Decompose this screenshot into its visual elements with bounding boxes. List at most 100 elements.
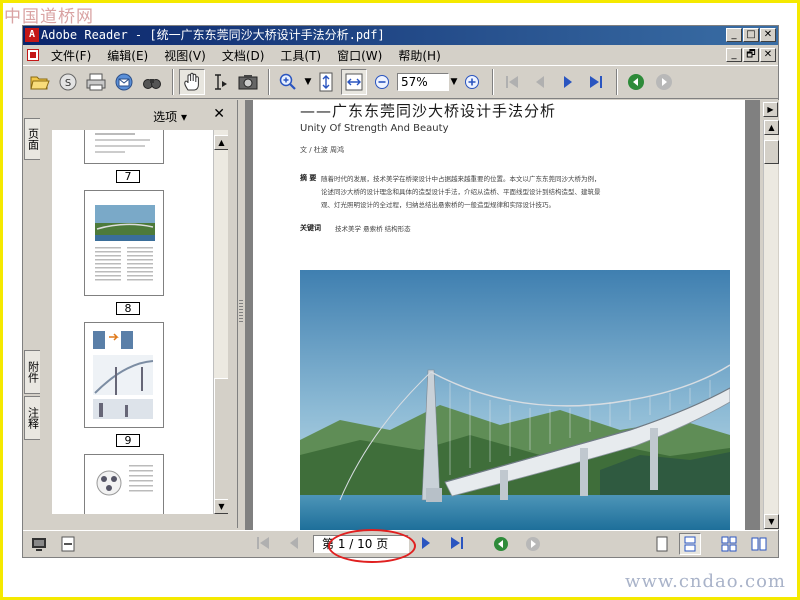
save-icon[interactable]: S xyxy=(55,69,81,95)
doc-scroll-up-button[interactable]: ▲ xyxy=(764,120,779,135)
pages-panel-header: 选项 ▾ ✕ xyxy=(42,100,237,126)
pdf-page: ——广东东莞同沙大桥设计手法分析 Unity Of Strength And B… xyxy=(253,100,745,530)
article-headline: ——广东东莞同沙大桥设计手法分析 xyxy=(300,102,557,120)
zoom-tool-dropdown[interactable]: ▼ xyxy=(303,77,313,87)
toolbar-separator xyxy=(172,69,174,95)
pages-panel: 选项 ▾ ✕ 7 8 9 ▲ ▼ xyxy=(42,100,238,528)
document-scroll-pane: ▶ ▲ ▼ xyxy=(761,100,779,530)
doc-restore-button[interactable]: 🗗 xyxy=(743,48,759,62)
thumbnail-page-8[interactable] xyxy=(84,190,164,296)
doc-minimize-button[interactable]: _ xyxy=(726,48,742,62)
fit-width-icon[interactable] xyxy=(341,69,367,95)
forward-icon[interactable] xyxy=(651,69,677,95)
fit-height-icon[interactable] xyxy=(313,69,339,95)
menu-tools[interactable]: 工具(T) xyxy=(272,47,329,64)
maximize-button[interactable]: □ xyxy=(743,28,759,42)
tab-comments[interactable]: 注释 xyxy=(24,396,40,440)
open-icon[interactable] xyxy=(27,69,53,95)
thumbnail-label: 9 xyxy=(116,434,140,447)
snapshot-icon[interactable] xyxy=(235,69,261,95)
split-view-arrow-icon[interactable]: ▶ xyxy=(763,102,778,117)
toolbar-separator xyxy=(268,69,270,95)
scroll-thumb[interactable] xyxy=(214,378,228,500)
thumbnail-list: 7 8 9 ▲ ▼ xyxy=(52,130,228,514)
tab-attachments[interactable]: 附件 xyxy=(24,350,40,394)
document-view[interactable]: ——广东东莞同沙大桥设计手法分析 Unity Of Strength And B… xyxy=(245,100,760,530)
keywords-text: 技术美学 悬索桥 结构形态 xyxy=(335,225,411,233)
status-back-icon[interactable] xyxy=(493,536,509,556)
article-authors: 文 / 杜波 周鸿 xyxy=(300,146,345,154)
zoom-dropdown-icon[interactable]: ▼ xyxy=(449,77,459,87)
continuous-layout-icon[interactable] xyxy=(679,533,701,555)
watermark-logo-top: 中国道桥网 xyxy=(4,7,94,27)
red-highlight-ellipse xyxy=(328,529,416,563)
thumbnail-page-7[interactable] xyxy=(84,130,164,164)
keywords-label: 关键词 xyxy=(300,224,321,232)
svg-text:S: S xyxy=(65,78,71,89)
minimize-button[interactable]: _ xyxy=(726,28,742,42)
zoom-in-icon[interactable] xyxy=(275,69,301,95)
search-icon[interactable] xyxy=(139,69,165,95)
close-button[interactable]: ✕ xyxy=(760,28,776,42)
toolbar: S ▼ 57% ▼ xyxy=(23,65,778,99)
email-icon[interactable] xyxy=(111,69,137,95)
doc-scroll-down-button[interactable]: ▼ xyxy=(764,514,779,529)
status-next-page-icon[interactable] xyxy=(419,536,433,554)
menu-view[interactable]: 视图(V) xyxy=(156,47,214,64)
menu-help[interactable]: 帮助(H) xyxy=(390,47,448,64)
abstract-label: 摘 要 xyxy=(300,174,317,182)
status-first-page-icon[interactable] xyxy=(255,536,271,554)
continuous-facing-layout-icon[interactable] xyxy=(721,536,737,556)
menu-bar: 文件(F) 编辑(E) 视图(V) 文档(D) 工具(T) 窗口(W) 帮助(H… xyxy=(23,46,778,64)
window-controls: _ □ ✕ xyxy=(726,28,776,42)
close-panel-icon[interactable]: ✕ xyxy=(213,106,225,122)
zoom-value-input[interactable]: 57% xyxy=(397,73,449,91)
window-title: Adobe Reader - [统一广东东莞同沙大桥设计手法分析.pdf] xyxy=(41,28,385,42)
single-page-layout-icon[interactable] xyxy=(655,536,669,556)
status-prev-page-icon[interactable] xyxy=(287,536,301,554)
tab-pages[interactable]: 页面 xyxy=(24,118,40,160)
panel-splitter[interactable] xyxy=(238,100,244,528)
toolbar-separator xyxy=(616,69,618,95)
menu-document[interactable]: 文档(D) xyxy=(214,47,273,64)
toolbar-separator xyxy=(492,69,494,95)
abstract-text: 随着时代的发展，技术美学在桥梁设计中占据越来越重要的位置。本文以广东东莞同沙大桥… xyxy=(321,175,601,209)
thumbnail-scrollbar[interactable]: ▲ ▼ xyxy=(213,130,228,514)
status-forward-icon[interactable] xyxy=(525,536,541,556)
select-text-icon[interactable] xyxy=(207,69,233,95)
menu-file[interactable]: 文件(F) xyxy=(43,47,99,64)
scroll-down-button[interactable]: ▼ xyxy=(214,499,228,514)
watermark-url-bottom: www.cndao.com xyxy=(625,571,786,592)
navigation-tabs: 页面 附件 注释 xyxy=(23,100,41,528)
scroll-up-button[interactable]: ▲ xyxy=(214,135,228,150)
thumbnail-page-10[interactable] xyxy=(84,454,164,514)
document-window-controls: _ 🗗 ✕ xyxy=(726,48,776,62)
zoom-out-minus-icon[interactable] xyxy=(369,69,395,95)
bridge-photo xyxy=(300,270,730,530)
adobe-reader-logo-icon: A xyxy=(25,28,39,42)
status-last-page-icon[interactable] xyxy=(449,536,465,554)
next-page-icon[interactable] xyxy=(555,69,581,95)
document-scrollbar[interactable]: ▲ ▼ xyxy=(763,120,779,530)
hand-tool-icon[interactable] xyxy=(179,69,205,95)
article-subtitle: Unity Of Strength And Beauty xyxy=(300,123,449,134)
zoom-plus-icon[interactable] xyxy=(459,69,485,95)
menu-edit[interactable]: 编辑(E) xyxy=(99,47,156,64)
page-icon[interactable] xyxy=(61,536,75,556)
title-bar[interactable]: A Adobe Reader - [统一广东东莞同沙大桥设计手法分析.pdf] … xyxy=(23,26,778,45)
document-icon[interactable] xyxy=(27,49,39,61)
doc-close-button[interactable]: ✕ xyxy=(760,48,776,62)
prev-page-icon[interactable] xyxy=(527,69,553,95)
menu-window[interactable]: 窗口(W) xyxy=(329,47,390,64)
last-page-icon[interactable] xyxy=(583,69,609,95)
thumbnail-label: 8 xyxy=(116,302,140,315)
thumbnail-label: 7 xyxy=(116,170,140,183)
screen-icon[interactable] xyxy=(31,536,47,556)
doc-scroll-thumb[interactable] xyxy=(764,140,779,164)
thumbnail-page-9[interactable] xyxy=(84,322,164,428)
back-icon[interactable] xyxy=(623,69,649,95)
facing-layout-icon[interactable] xyxy=(751,536,767,556)
first-page-icon[interactable] xyxy=(499,69,525,95)
print-icon[interactable] xyxy=(83,69,109,95)
options-menu-button[interactable]: 选项 ▾ xyxy=(153,108,187,125)
